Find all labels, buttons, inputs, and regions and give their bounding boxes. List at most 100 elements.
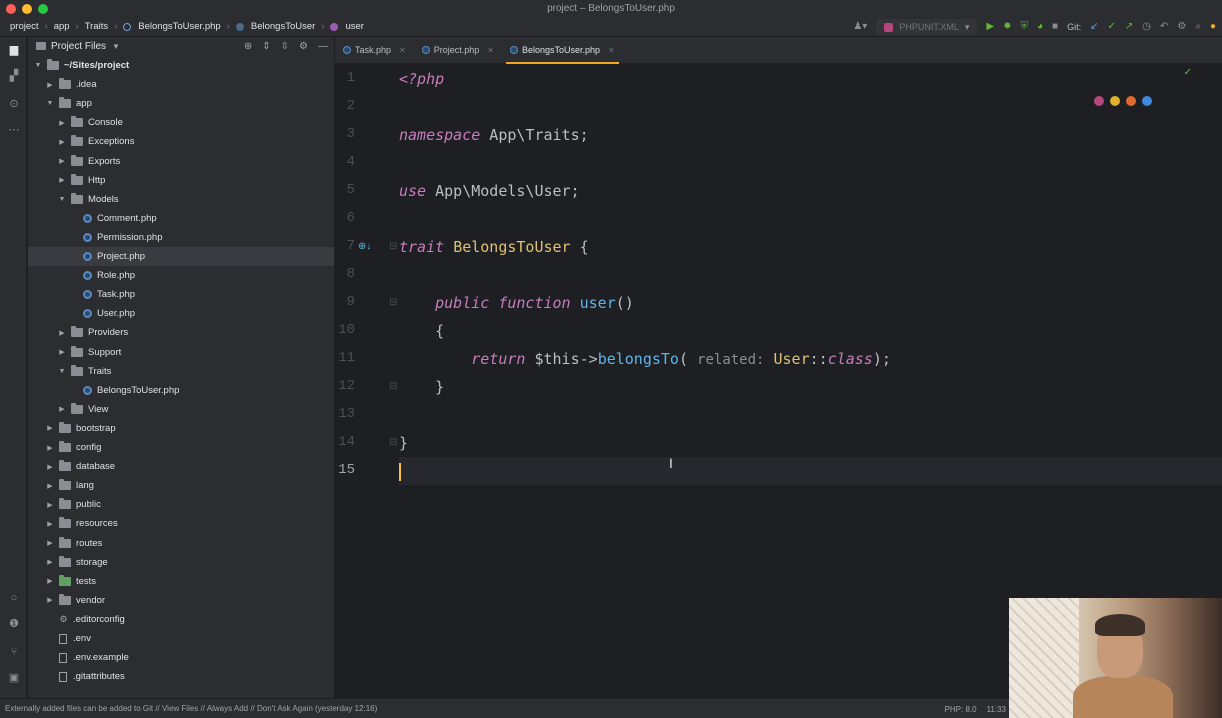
coverage-icon[interactable]: ⛨: [1020, 22, 1028, 32]
code-line[interactable]: [399, 261, 1222, 289]
chevron-down-icon[interactable]: ▼: [112, 42, 120, 51]
tree-item[interactable]: ▶ View: [28, 400, 334, 419]
close-tab-icon[interactable]: ✕: [608, 46, 615, 55]
chevron-right-icon[interactable]: ▶: [58, 329, 66, 337]
fold-icon[interactable]: ⊟: [389, 437, 397, 448]
tree-item[interactable]: ▶ .idea: [28, 75, 334, 94]
chevron-right-icon[interactable]: ▶: [46, 577, 54, 585]
project-tool-icon[interactable]: ▆: [7, 43, 21, 57]
status-message[interactable]: Externally added files can be added to G…: [5, 704, 377, 713]
chevron-right-icon[interactable]: ▶: [58, 119, 66, 127]
tree-item[interactable]: ▼ Traits: [28, 362, 334, 381]
tree-item[interactable]: BelongsToUser.php: [28, 381, 334, 400]
tree-item[interactable]: ▶ resources: [28, 514, 334, 533]
phpstorm-browser-icon[interactable]: [1094, 96, 1104, 106]
user-account-icon[interactable]: ♟▾: [853, 22, 867, 32]
close-tab-icon[interactable]: ✕: [399, 46, 406, 55]
breadcrumb-item[interactable]: BelongsToUser: [251, 21, 315, 32]
chevron-right-icon[interactable]: ▶: [58, 348, 66, 356]
tree-item[interactable]: Project.php: [28, 247, 334, 266]
git-update-icon[interactable]: ↙: [1090, 22, 1098, 32]
structure-tool-icon[interactable]: ▞: [7, 69, 21, 83]
chevron-right-icon[interactable]: ▶: [58, 176, 66, 184]
chevron-right-icon[interactable]: ▶: [46, 501, 54, 509]
code-line[interactable]: trait BelongsToUser {: [399, 233, 1222, 261]
implementation-gutter-icon[interactable]: ⊕↓: [358, 241, 371, 252]
safari-icon[interactable]: [1142, 96, 1152, 106]
chevron-down-icon[interactable]: ▼: [58, 368, 66, 375]
expand-all-icon[interactable]: ⇕: [262, 41, 270, 52]
tree-item[interactable]: .env.example: [28, 648, 334, 667]
stop-icon[interactable]: ■: [1052, 22, 1058, 32]
code-line[interactable]: [399, 205, 1222, 233]
hide-panel-icon[interactable]: —: [318, 41, 328, 52]
breadcrumb-item[interactable]: user: [345, 21, 363, 32]
tree-item[interactable]: ▶ tests: [28, 572, 334, 591]
chevron-right-icon[interactable]: ▶: [46, 520, 54, 528]
code-line[interactable]: <?php: [399, 65, 1222, 93]
tree-item[interactable]: .env: [28, 629, 334, 648]
tree-item[interactable]: User.php: [28, 304, 334, 323]
chevron-right-icon[interactable]: ▶: [46, 463, 54, 471]
code-line[interactable]: use App\Models\User;: [399, 177, 1222, 205]
tree-item[interactable]: ▼ app: [28, 94, 334, 113]
tree-item[interactable]: ▶ vendor: [28, 591, 334, 610]
tree-item[interactable]: .gitattributes: [28, 667, 334, 686]
code-line[interactable]: {: [399, 317, 1222, 345]
tree-item[interactable]: Permission.php: [28, 228, 334, 247]
tree-item[interactable]: ▼ Models: [28, 190, 334, 209]
debug-icon[interactable]: ✹: [1003, 22, 1011, 32]
code-line[interactable]: namespace App\Traits;: [399, 121, 1222, 149]
editor-tab[interactable]: Task.php ✕: [335, 37, 414, 64]
tree-item[interactable]: ▶ Http: [28, 171, 334, 190]
rollback-icon[interactable]: ↶: [1160, 22, 1168, 32]
code-line[interactable]: [399, 457, 1222, 485]
tree-item[interactable]: ▶ config: [28, 438, 334, 457]
chevron-right-icon[interactable]: ▶: [46, 424, 54, 432]
chevron-down-icon[interactable]: ▼: [58, 196, 66, 203]
chevron-right-icon[interactable]: ▶: [46, 482, 54, 490]
firefox-icon[interactable]: [1126, 96, 1136, 106]
git-tool-icon[interactable]: ⑂: [7, 645, 21, 659]
tree-item[interactable]: Comment.php: [28, 209, 334, 228]
code-line[interactable]: }: [399, 373, 1222, 401]
run-configuration-selector[interactable]: PHPUNIT.XML ▾: [876, 19, 978, 35]
editor-tab[interactable]: Project.php ✕: [414, 37, 502, 64]
search-icon[interactable]: ⌕: [1195, 22, 1201, 32]
tree-item[interactable]: ▶ storage: [28, 553, 334, 572]
tree-item[interactable]: Task.php: [28, 285, 334, 304]
tree-item[interactable]: ▶ lang: [28, 476, 334, 495]
git-push-icon[interactable]: ↗: [1125, 22, 1133, 32]
fold-icon[interactable]: ⊟: [389, 381, 397, 392]
inspection-ok-icon[interactable]: ✓: [1184, 67, 1192, 78]
chevron-right-icon[interactable]: ▶: [46, 539, 54, 547]
tree-item[interactable]: ⚙ .editorconfig: [28, 610, 334, 629]
chevron-down-icon[interactable]: ▼: [46, 100, 54, 107]
chevron-right-icon[interactable]: ▶: [58, 157, 66, 165]
chevron-right-icon[interactable]: ▶: [46, 81, 54, 89]
breadcrumb-item[interactable]: Traits: [85, 21, 108, 32]
tree-item[interactable]: ▶ Console: [28, 113, 334, 132]
chevron-right-icon[interactable]: ▶: [46, 596, 54, 604]
chevron-down-icon[interactable]: ▼: [34, 62, 42, 69]
git-history-icon[interactable]: ◷: [1142, 22, 1151, 32]
code-line[interactable]: return $this->belongsTo( related: User::…: [399, 345, 1222, 373]
breadcrumb-item[interactable]: app: [54, 21, 70, 32]
tree-item[interactable]: ▶ public: [28, 495, 334, 514]
collapse-all-icon[interactable]: ⇳: [281, 41, 289, 52]
locate-file-icon[interactable]: ⊕: [244, 41, 252, 52]
problems-tool-icon[interactable]: ❶: [7, 617, 21, 631]
chevron-right-icon[interactable]: ▶: [46, 558, 54, 566]
breadcrumb-item[interactable]: BelongsToUser.php: [138, 21, 220, 32]
close-tab-icon[interactable]: ✕: [487, 46, 494, 55]
tree-item[interactable]: ▶ Providers: [28, 323, 334, 342]
tree-item[interactable]: ▶ Support: [28, 343, 334, 362]
chevron-right-icon[interactable]: ▶: [58, 405, 66, 413]
settings-icon[interactable]: ⚙: [1177, 22, 1186, 32]
php-version[interactable]: PHP: 8.0: [945, 705, 977, 714]
search-tool-icon[interactable]: ○: [7, 591, 21, 605]
code-line[interactable]: public function user(): [399, 289, 1222, 317]
fold-icon[interactable]: ⊟: [389, 297, 397, 308]
project-panel-title[interactable]: Project Files: [51, 41, 106, 52]
code-line[interactable]: [399, 149, 1222, 177]
